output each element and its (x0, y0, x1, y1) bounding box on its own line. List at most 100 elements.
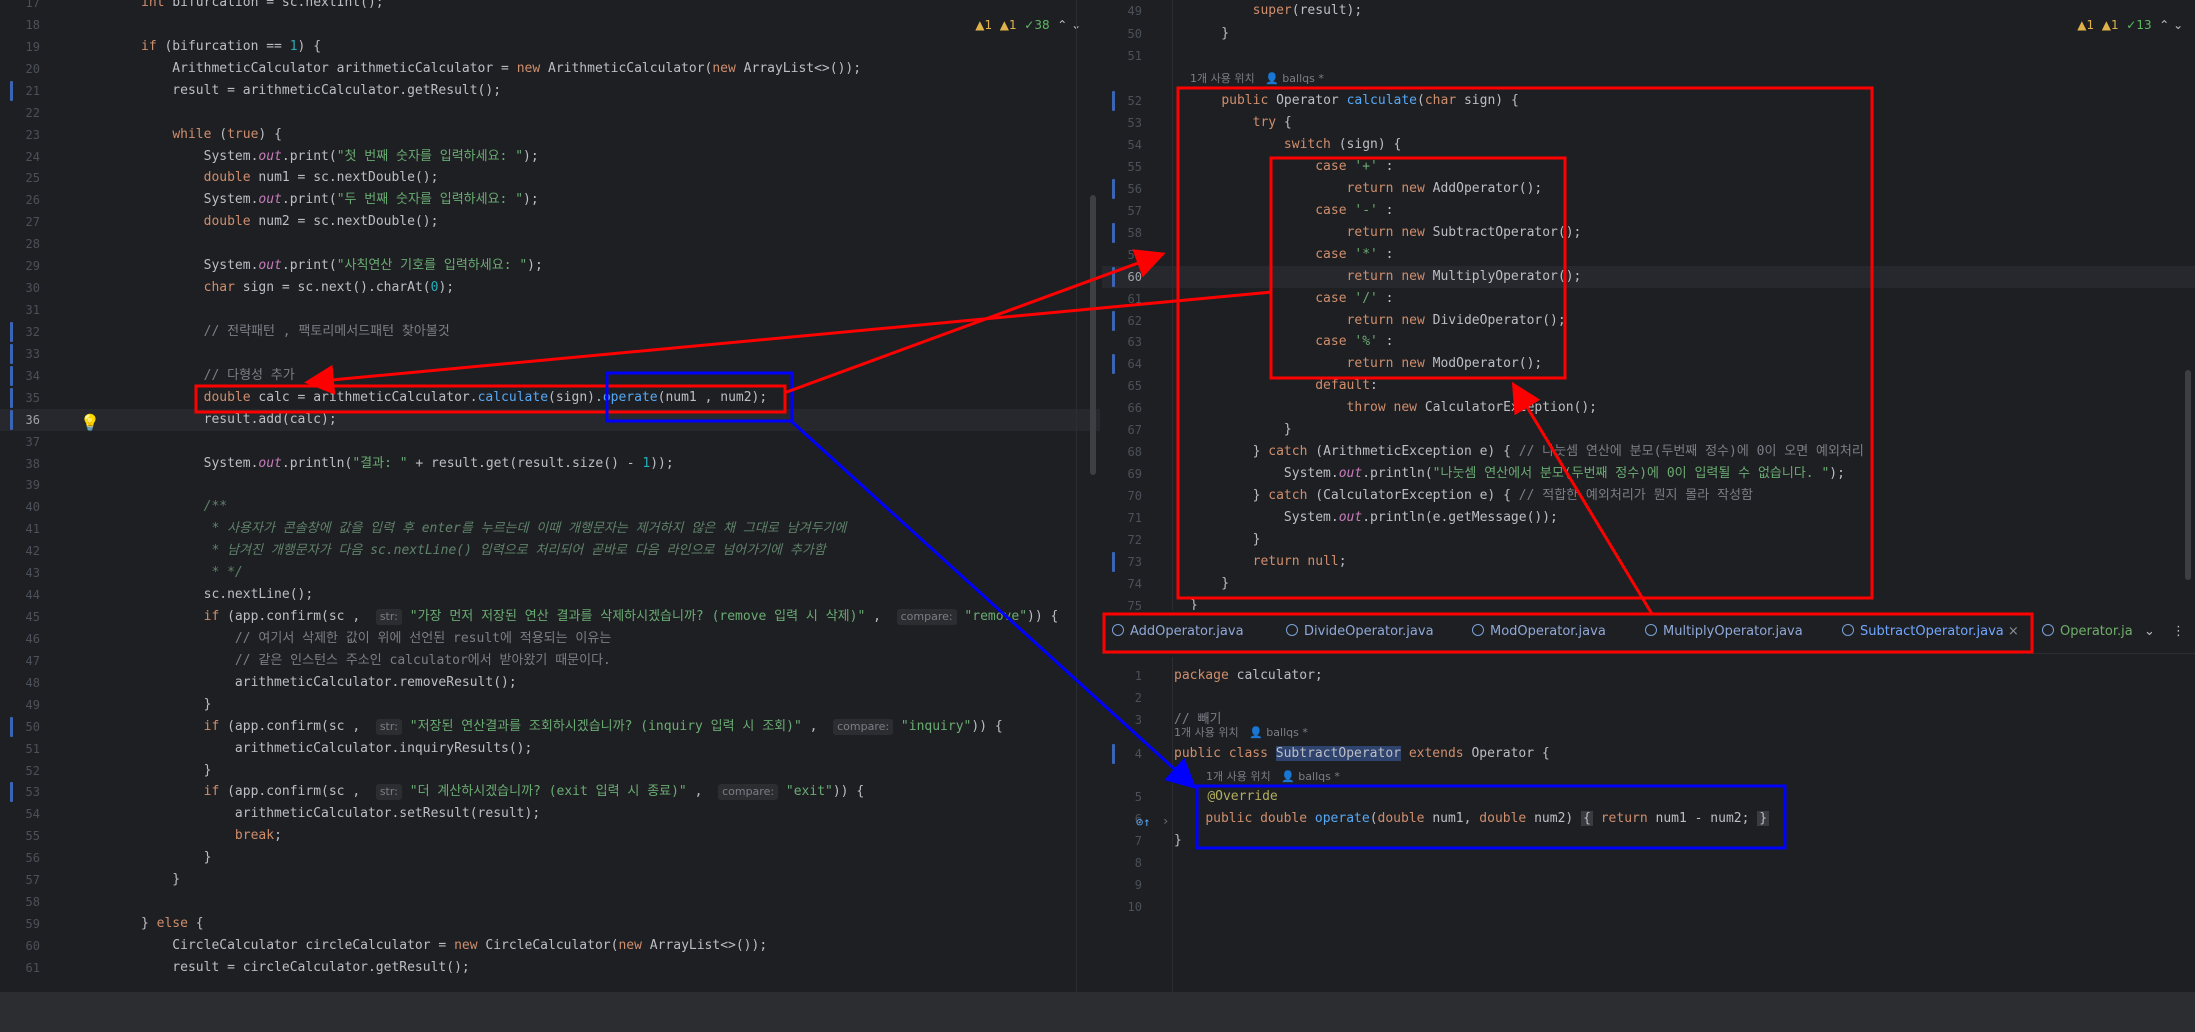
code-line[interactable]: 27 double num2 = sc.nextDouble(); (0, 211, 1100, 233)
usage-hint[interactable]: 1개 사용 위치 👤 ballqs * (1190, 70, 1324, 86)
code-line[interactable]: 31 (0, 299, 1100, 321)
code-line[interactable]: 23 while (true) { (0, 124, 1100, 146)
left-editor-pane[interactable]: ▲1 ▲1 ✓38 ⌃ ⌄ 17int bifurcation = sc.nex… (0, 0, 1100, 992)
code-line[interactable]: 30 char sign = sc.next().charAt(0); (0, 277, 1100, 299)
vcs-change-marker[interactable] (1112, 744, 1115, 764)
vcs-change-marker[interactable] (10, 343, 13, 364)
vcs-change-marker[interactable] (10, 80, 13, 101)
code-line[interactable]: 53 if (app.confirm(sc , str: "더 계산하시겠습니까… (0, 781, 1100, 803)
code-line[interactable]: 4 public class SubtractOperator extends O… (1102, 743, 2195, 765)
code-line[interactable]: 65 default: (1102, 375, 2195, 397)
code-line[interactable]: 56 return new AddOperator(); (1102, 178, 2195, 200)
tab-divide-operator[interactable]: DivideOperator.java (1286, 624, 1434, 639)
tab-subtract-operator[interactable]: SubtractOperator.java × (1842, 624, 2019, 639)
tab-multiply-operator[interactable]: MultiplyOperator.java (1645, 624, 1803, 639)
code-line[interactable]: 44 sc.nextLine(); (0, 584, 1100, 606)
code-line[interactable]: 60 return new MultiplyOperator(); (1102, 265, 2195, 288)
code-line[interactable]: 58 return new SubtractOperator(); (1102, 222, 2195, 244)
code-line[interactable]: 22 (0, 102, 1100, 124)
code-line[interactable]: 42 * 남겨진 개행문자가 다음 sc.nextLine() 입력으로 처리되… (0, 540, 1100, 562)
override-gutter-icon[interactable]: ⊙↑ (1136, 815, 1150, 829)
code-line[interactable]: 5 @Override (1102, 786, 2195, 808)
code-line[interactable]: 67 } (1102, 419, 2195, 441)
vcs-change-marker[interactable] (1112, 91, 1115, 111)
code-line[interactable]: 75} (1102, 595, 2195, 610)
vcs-change-marker[interactable] (1112, 266, 1115, 287)
code-line[interactable]: 70 } catch (CalculatorException e) { // … (1102, 485, 2195, 507)
code-line[interactable]: 50 } (1102, 23, 2195, 45)
code-line[interactable]: 63 case '%' : (1102, 331, 2195, 353)
tab-mod-operator[interactable]: ModOperator.java (1472, 624, 1606, 639)
code-line[interactable]: 37 (0, 431, 1100, 453)
vcs-change-marker[interactable] (1112, 178, 1115, 199)
code-line[interactable]: 40 /** (0, 496, 1100, 518)
vcs-change-marker[interactable] (10, 387, 13, 408)
right-bottom-editor-pane[interactable]: 1개 사용 위치 👤 ballqs * 1개 사용 위치 👤 ballqs * … (1102, 657, 2195, 992)
code-line[interactable]: 48 arithmeticCalculator.removeResult(); (0, 672, 1100, 694)
code-line[interactable]: 20 ArithmeticCalculator arithmeticCalcul… (0, 58, 1100, 80)
code-line[interactable]: 46 // 여기서 삭제한 값이 위에 선언된 result에 적용되는 이유는 (0, 628, 1100, 650)
code-line[interactable]: 69 System.out.println("나눗셈 연산에서 분모(두번째 정… (1102, 463, 2195, 485)
code-line[interactable]: 57 } (0, 869, 1100, 891)
code-line[interactable]: 41 * 사용자가 콘솔창에 값을 입력 후 enter를 누르는데 이때 개행… (0, 518, 1100, 540)
lightbulb-icon[interactable]: 💡 (80, 413, 100, 432)
code-line[interactable]: 17 int bifurcation = sc.nextInt(); (0, 0, 1100, 14)
method-usage-hint[interactable]: 1개 사용 위치 👤 ballqs * (1206, 768, 1340, 784)
code-line[interactable]: 38 System.out.println("결과: " + result.ge… (0, 453, 1100, 475)
code-line[interactable]: 52 public Operator calculate(char sign) … (1102, 90, 2195, 112)
code-line[interactable]: 10 (1102, 896, 2195, 918)
vcs-change-marker[interactable] (1112, 551, 1115, 572)
code-line[interactable]: 43 * */ (0, 562, 1100, 584)
code-line[interactable]: 3 // 빼기 (1102, 709, 2195, 731)
code-line[interactable]: 35 double calc = arithmeticCalculator.ca… (0, 387, 1100, 409)
code-line[interactable]: 56 } (0, 847, 1100, 869)
code-line[interactable]: 68 } catch (ArithmeticException e) { // … (1102, 441, 2195, 463)
code-line[interactable]: 51 arithmeticCalculator.inquiryResults()… (0, 738, 1100, 760)
code-line[interactable]: 64 return new ModOperator(); (1102, 353, 2195, 375)
code-line[interactable]: 61 result = circleCalculator.getResult()… (0, 957, 1100, 979)
right-scrollbar-thumb[interactable] (2185, 370, 2191, 580)
code-line[interactable]: 71 System.out.println(e.getMessage()); (1102, 507, 2195, 529)
code-line[interactable]: 72 } (1102, 529, 2195, 551)
code-line[interactable]: 21 result = arithmeticCalculator.getResu… (0, 80, 1100, 102)
code-line[interactable]: 66 throw new CalculatorException(); (1102, 397, 2195, 419)
fold-chevron-icon[interactable]: › (1162, 814, 1169, 828)
tab-operator[interactable]: Operator.ja (2042, 624, 2133, 639)
code-line[interactable]: 47 // 같은 인스턴스 주소인 calculator에서 받아왔기 때문이다… (0, 650, 1100, 672)
vcs-change-marker[interactable] (10, 782, 13, 803)
code-line[interactable]: 25 double num1 = sc.nextDouble(); (0, 167, 1100, 189)
code-line[interactable]: 59} else { (0, 913, 1100, 935)
code-line[interactable]: 33 (0, 343, 1100, 365)
tab-close-icon[interactable]: × (2008, 624, 2019, 639)
code-line[interactable]: 55 break; (0, 825, 1100, 847)
code-line[interactable]: 29 System.out.print("사칙연산 기호를 입력하세요: "); (0, 255, 1100, 277)
code-line[interactable]: 54 arithmeticCalculator.setResult(result… (0, 803, 1100, 825)
vcs-change-marker[interactable] (10, 716, 13, 737)
code-line[interactable]: 9 (1102, 874, 2195, 896)
code-line[interactable]: 34 // 다형성 추가 (0, 365, 1100, 387)
vcs-change-marker[interactable] (10, 321, 13, 342)
code-line[interactable]: 24 System.out.print("첫 번째 숫자를 입력하세요: "); (0, 146, 1100, 168)
code-line[interactable]: 49 } (0, 694, 1100, 716)
left-scrollbar-thumb[interactable] (1090, 195, 1096, 475)
code-line[interactable]: 58 (0, 891, 1100, 913)
tabs-dropdown-icon[interactable]: ⌄ (2144, 624, 2155, 639)
code-line[interactable]: 49 super(result); (1102, 0, 2195, 22)
right-top-editor-pane[interactable]: ▲1 ▲1 ✓13 ⌃ ⌄ 1개 사용 위치 👤 ballqs * 49 sup… (1102, 0, 2195, 610)
code-line[interactable]: 51 (1102, 45, 2195, 67)
code-line[interactable]: 8 (1102, 852, 2195, 874)
vcs-change-marker[interactable] (10, 409, 13, 430)
code-line[interactable]: 19 if (bifurcation == 1) { (0, 36, 1100, 58)
vcs-change-marker[interactable] (10, 365, 13, 386)
code-line[interactable]: 1 package calculator; (1102, 665, 2195, 687)
code-line[interactable]: 6 public double operate(double num1, dou… (1102, 808, 2195, 830)
code-line[interactable]: 73 return null; (1102, 551, 2195, 573)
code-line[interactable]: 60 CircleCalculator circleCalculator = n… (0, 935, 1100, 957)
code-line[interactable]: 32 // 전략패턴 , 팩토리메서드패턴 찾아볼것 (0, 321, 1100, 343)
vcs-change-marker[interactable] (1112, 222, 1115, 243)
code-line[interactable]: 18 (0, 14, 1100, 36)
code-line[interactable]: 55 case '+' : (1102, 156, 2195, 178)
code-line[interactable]: 59 case '*' : (1102, 244, 2195, 266)
code-line[interactable]: 45 if (app.confirm(sc , str: "가장 먼저 저장된 … (0, 606, 1100, 628)
code-line[interactable]: 54 switch (sign) { (1102, 134, 2195, 156)
